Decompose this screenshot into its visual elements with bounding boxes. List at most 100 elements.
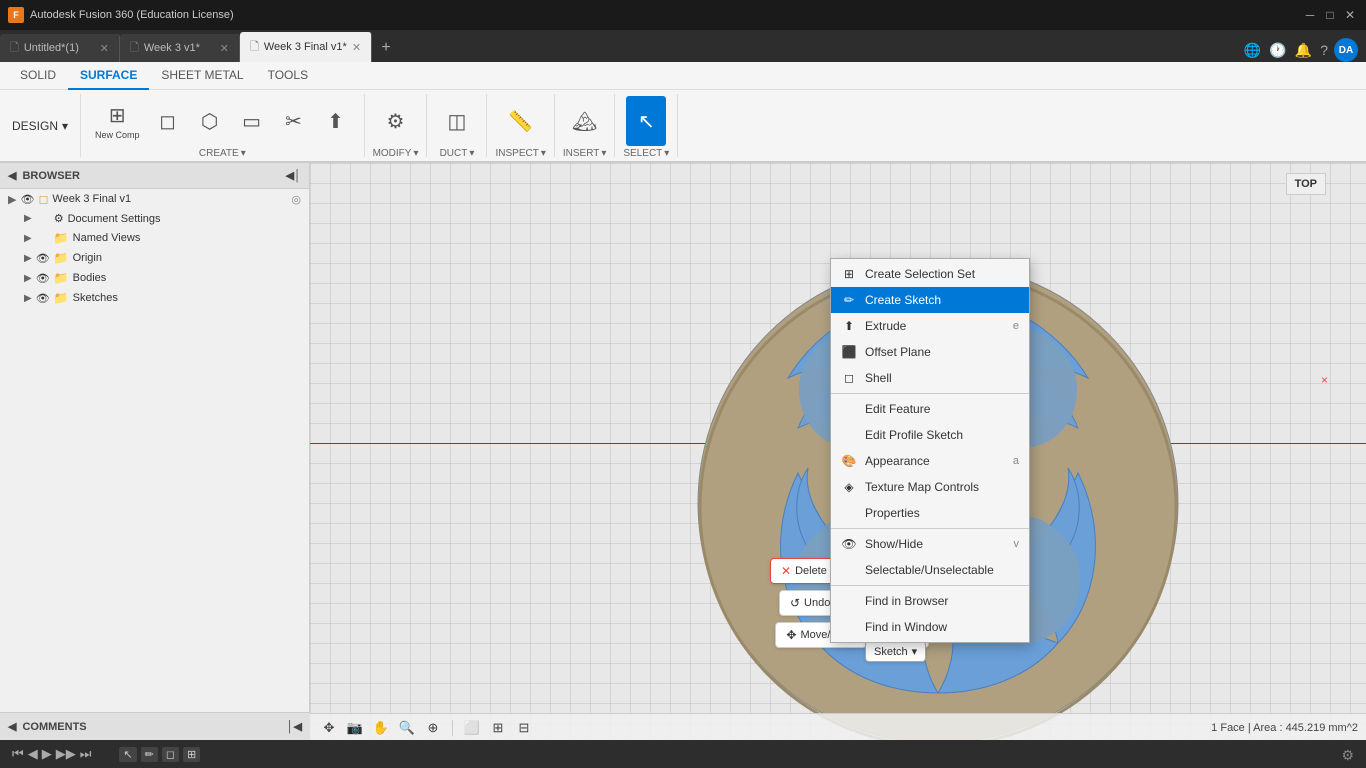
vp-zoom-fit-button[interactable]: ⊕ bbox=[422, 717, 444, 739]
ctx-selectable[interactable]: Selectable/Unselectable bbox=[831, 557, 1029, 583]
play-last-button[interactable]: ⏭ bbox=[80, 746, 92, 762]
origin-visibility-icon[interactable]: 👁 bbox=[36, 252, 50, 265]
toolbar-btn-product1[interactable]: ◫ bbox=[437, 96, 477, 146]
vp-camera-button[interactable]: 📷 bbox=[344, 717, 366, 739]
ws-tab-surface[interactable]: SURFACE bbox=[68, 62, 149, 90]
vp-pan-button[interactable]: ✋ bbox=[370, 717, 392, 739]
browser-header: ◀ BROWSER ◀│ bbox=[0, 163, 309, 189]
content-area: ◀ BROWSER ◀│ ▶ 👁 ◻ Week 3 Final v1 ◎ ▶ ⚙… bbox=[0, 163, 1366, 741]
tab-week3final[interactable]: 🗋 Week 3 Final v1* ✕ bbox=[240, 32, 372, 62]
ctx-find-in-window[interactable]: Find in Window bbox=[831, 614, 1029, 640]
ctx-find-in-browser[interactable]: Find in Browser bbox=[831, 588, 1029, 614]
ctx-edit-profile-sketch[interactable]: Edit Profile Sketch bbox=[831, 422, 1029, 448]
select-tool-indicator[interactable]: ↖ bbox=[119, 747, 136, 762]
browser-item-named-views[interactable]: ▶ 📁 Named Views bbox=[0, 228, 309, 248]
box-select-indicator[interactable]: ⊞ bbox=[183, 747, 200, 762]
ctx-create-sketch[interactable]: ✏ Create Sketch bbox=[831, 287, 1029, 313]
toolbar-btn-inspect[interactable]: 📏 bbox=[501, 96, 541, 146]
sketch-dropdown-button[interactable]: Sketch ▾ bbox=[865, 641, 926, 662]
ctx-show-hide-label: Show/Hide bbox=[865, 537, 1006, 551]
cut-icon: ✂ bbox=[285, 109, 302, 134]
texture-map-icon: ◈ bbox=[841, 479, 857, 495]
ctx-show-hide[interactable]: 👁 Show/Hide v bbox=[831, 531, 1029, 557]
design-chevron: ▾ bbox=[62, 119, 68, 133]
ctx-find-in-browser-label: Find in Browser bbox=[865, 594, 1019, 608]
toolbar-btn-shape3[interactable]: ▭ bbox=[232, 96, 272, 146]
root-target-icon[interactable]: ◎ bbox=[291, 193, 301, 206]
toolbar-btn-extrude2[interactable]: ◻ bbox=[148, 96, 188, 146]
tab-label: Week 3 v1* bbox=[144, 42, 200, 54]
tab-week3v1[interactable]: 🗋 Week 3 v1* ✕ bbox=[120, 34, 240, 62]
sketches-visibility-icon[interactable]: 👁 bbox=[36, 292, 50, 305]
vp-zoom-button[interactable]: 🔍 bbox=[396, 717, 418, 739]
browser-item-bodies[interactable]: ▶ 👁 📁 Bodies bbox=[0, 268, 309, 288]
ctx-properties[interactable]: Properties bbox=[831, 500, 1029, 526]
vp-grid-button[interactable]: ⊞ bbox=[487, 717, 509, 739]
ctx-shell[interactable]: ◻ Shell bbox=[831, 365, 1029, 391]
comments-expand-icon[interactable]: ◀ bbox=[8, 720, 16, 733]
play-prev-button[interactable]: ◀ bbox=[28, 746, 38, 762]
ctx-edit-feature-label: Edit Feature bbox=[865, 402, 1019, 416]
ws-tab-solid[interactable]: SOLID bbox=[8, 62, 68, 90]
tab-close-button[interactable]: ✕ bbox=[100, 42, 109, 55]
design-dropdown[interactable]: DESIGN ▾ bbox=[0, 94, 81, 157]
ctx-create-selection-set[interactable]: ⊞ Create Selection Set bbox=[831, 261, 1029, 287]
ctx-offset-plane[interactable]: ⬛ Offset Plane bbox=[831, 339, 1029, 365]
tab-globe-icon[interactable]: 🌐 bbox=[1242, 40, 1263, 61]
inspect-group-label[interactable]: INSPECT ▾ bbox=[495, 148, 545, 159]
comments-collapse-icon[interactable]: │◀ bbox=[287, 720, 302, 733]
play-first-button[interactable]: ⏮ bbox=[12, 746, 24, 762]
tab-icon: 🗋 bbox=[250, 38, 259, 57]
show-hide-icon: 👁 bbox=[841, 536, 857, 552]
user-avatar[interactable]: DA bbox=[1334, 38, 1358, 62]
ctx-appearance[interactable]: 🎨 Appearance a bbox=[831, 448, 1029, 474]
play-next-button[interactable]: ▶▶ bbox=[56, 746, 76, 762]
create-group-label[interactable]: CREATE ▾ bbox=[199, 148, 246, 159]
tab-close-button[interactable]: ✕ bbox=[352, 41, 361, 54]
delete-button[interactable]: ✕ Delete bbox=[770, 558, 838, 584]
insert-group-label[interactable]: INSERT ▾ bbox=[563, 148, 607, 159]
sketch-tool-indicator[interactable]: ✏ bbox=[141, 747, 158, 762]
toolbar-btn-select[interactable]: ↖ bbox=[626, 96, 666, 146]
toolbar-btn-push[interactable]: ⬆ bbox=[316, 96, 356, 146]
tab-notifications-icon[interactable]: 🔔 bbox=[1293, 40, 1314, 61]
ws-tab-tools[interactable]: TOOLS bbox=[256, 62, 320, 90]
modify-group-label[interactable]: MODIFY ▾ bbox=[373, 148, 419, 159]
root-visibility-icon[interactable]: 👁 bbox=[20, 193, 34, 206]
settings-gear-icon[interactable]: ⚙ bbox=[1341, 747, 1354, 764]
find-in-window-icon bbox=[841, 619, 857, 635]
viewport[interactable]: × bbox=[310, 163, 1366, 741]
minimize-button[interactable]: ─ bbox=[1302, 7, 1318, 23]
app: F Autodesk Fusion 360 (Education License… bbox=[0, 0, 1366, 768]
tab-untitled[interactable]: 🗋 Untitled*(1) ✕ bbox=[0, 34, 120, 62]
tab-history-icon[interactable]: 🕐 bbox=[1267, 40, 1288, 61]
toolbar-btn-modify[interactable]: ⚙ bbox=[376, 96, 416, 146]
toolbar-btn-cut[interactable]: ✂ bbox=[274, 96, 314, 146]
browser-item-root[interactable]: ▶ 👁 ◻ Week 3 Final v1 ◎ bbox=[0, 189, 309, 209]
ctx-texture-map-controls[interactable]: ◈ Texture Map Controls bbox=[831, 474, 1029, 500]
select-group-label[interactable]: SELECT ▾ bbox=[623, 148, 669, 159]
browser-item-doc-settings[interactable]: ▶ ⚙ Document Settings bbox=[0, 209, 309, 228]
ctx-extrude[interactable]: ⬆ Extrude e bbox=[831, 313, 1029, 339]
browser-item-sketches[interactable]: ▶ 👁 📁 Sketches bbox=[0, 288, 309, 308]
move-copy-icon: ✥ bbox=[786, 628, 796, 642]
tab-close-button[interactable]: ✕ bbox=[220, 42, 229, 55]
bodies-visibility-icon[interactable]: 👁 bbox=[36, 272, 50, 285]
browser-collapse-icon[interactable]: ◀│ bbox=[286, 169, 301, 182]
maximize-button[interactable]: □ bbox=[1322, 7, 1338, 23]
tab-help-icon[interactable]: ? bbox=[1318, 40, 1330, 60]
add-tab-button[interactable]: + bbox=[372, 34, 400, 62]
ctx-edit-feature[interactable]: Edit Feature bbox=[831, 396, 1029, 422]
play-play-button[interactable]: ▶ bbox=[42, 746, 52, 762]
browser-item-origin[interactable]: ▶ 👁 📁 Origin bbox=[0, 248, 309, 268]
vp-more-button[interactable]: ⊟ bbox=[513, 717, 535, 739]
close-button[interactable]: ✕ bbox=[1342, 7, 1358, 23]
app-title: Autodesk Fusion 360 (Education License) bbox=[30, 9, 234, 21]
toolbar-btn-insert[interactable]: 🏔 bbox=[565, 96, 605, 146]
toolbar-btn-shape2[interactable]: ⬡ bbox=[190, 96, 230, 146]
surface-tool-indicator[interactable]: ◻ bbox=[162, 747, 179, 762]
ws-tab-sheetmetal[interactable]: SHEET METAL bbox=[149, 62, 255, 90]
vp-display-mode-button[interactable]: ⬜ bbox=[461, 717, 483, 739]
toolbar-btn-new-component[interactable]: ⊞ New Comp bbox=[89, 96, 146, 146]
vp-orient-button[interactable]: ✥ bbox=[318, 717, 340, 739]
